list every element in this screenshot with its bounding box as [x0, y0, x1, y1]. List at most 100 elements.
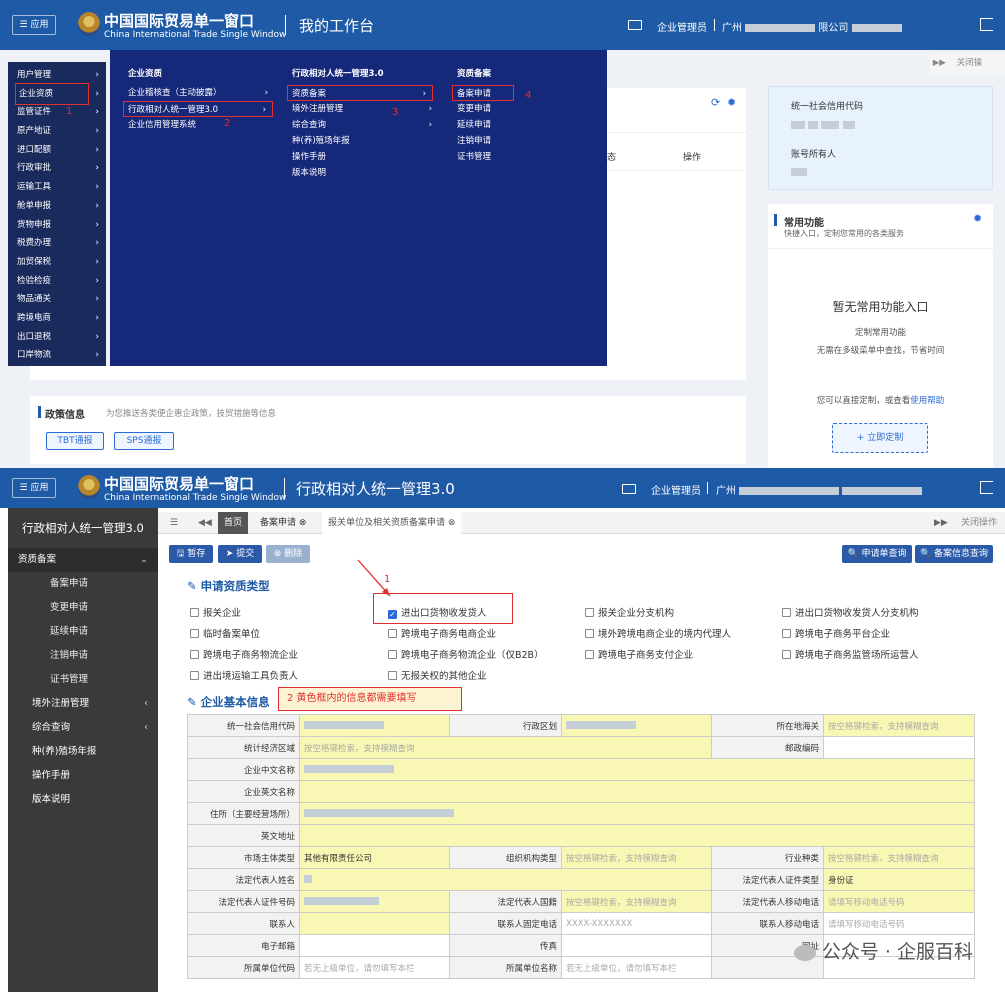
delete-button[interactable]: ⊗ 删除	[266, 545, 310, 563]
menu-item[interactable]: 证书管理	[457, 149, 557, 165]
gear-icon[interactable]: ✹	[973, 212, 982, 225]
menu-item-admin-3[interactable]: 行政相对人统一管理3.0 ›	[123, 101, 273, 117]
qualification-checkbox[interactable]: 跨境电子商务物流企业（仅B2B）	[388, 647, 544, 661]
checkbox-icon[interactable]	[585, 650, 594, 659]
qualification-checkbox[interactable]: 跨境电子商务支付企业	[585, 647, 693, 661]
qualification-checkbox[interactable]: 进出口货物收发货人分支机构	[782, 605, 919, 619]
qualification-checkbox[interactable]: 报关企业分支机构	[585, 605, 674, 619]
menu-item[interactable]: 企业信用管理系统	[128, 117, 268, 133]
menu-toggle-icon[interactable]: ☰	[164, 512, 184, 534]
qualification-checkbox[interactable]: 跨境电子商务平台企业	[782, 626, 890, 640]
sidebar-item[interactable]: 舱单申报 ›	[8, 197, 106, 216]
en-address-input[interactable]	[299, 824, 975, 847]
qualification-checkbox[interactable]: 临时备案单位	[190, 626, 260, 640]
help-link[interactable]: 使用帮助	[910, 396, 944, 406]
save-button[interactable]: 🖫 暂存	[169, 545, 213, 563]
menu-item[interactable]: 操作手册	[292, 149, 432, 165]
sidebar-item[interactable]: 行政审批 ›	[8, 159, 106, 178]
fax-input[interactable]	[561, 934, 712, 957]
sidebar-item[interactable]: 跨境电商 ›	[8, 309, 106, 328]
close-ops-button[interactable]: 关闭操作	[955, 512, 1003, 534]
menu-item[interactable]: 版本说明	[292, 165, 432, 181]
refresh-icon[interactable]: ⟳	[711, 96, 720, 109]
checkbox-icon[interactable]	[190, 608, 199, 617]
menu-item[interactable]: 变更申请	[457, 101, 557, 117]
application-query-button[interactable]: 🔍 申请单查询	[842, 545, 912, 563]
email-input[interactable]	[299, 934, 450, 957]
contact-mobile-input[interactable]: 请填写移动电话号码	[823, 912, 975, 935]
sidebar-item[interactable]: 口岸物流 ›	[8, 346, 106, 365]
sidebar-item-version[interactable]: 版本说明	[8, 788, 158, 812]
legal-rep-mobile-input[interactable]: 请填写移动电话号码	[823, 890, 975, 913]
contact-phone-input[interactable]: XXXX-XXXXXXX	[561, 912, 712, 935]
menu-item[interactable]: 境外注册管理 ›	[292, 101, 432, 117]
sidebar-item[interactable]: 监管证件 ›	[8, 103, 106, 122]
tab-filing-form[interactable]: 报关单位及相关资质备案申请 ⊗	[322, 512, 462, 534]
sidebar-item[interactable]: 进口配额 ›	[8, 141, 106, 160]
checkbox-icon[interactable]	[190, 629, 199, 638]
sidebar-item[interactable]: 用户管理 ›	[8, 66, 106, 85]
menu-item-filing-application[interactable]: 备案申请	[452, 85, 514, 101]
sidebar-item[interactable]: 原产地证 ›	[8, 122, 106, 141]
gear-icon[interactable]: ✹	[727, 96, 736, 109]
menu-item[interactable]: 注销申请	[457, 133, 557, 149]
qualification-checkbox[interactable]: 跨境电子商务监管场所运营人	[782, 647, 919, 661]
org-type-input[interactable]: 按空格键检索，支持模糊查询	[561, 846, 712, 869]
close-ops-bar[interactable]: ▶▶ 关闭操	[930, 52, 1005, 74]
sidebar-item[interactable]: 货物申报 ›	[8, 216, 106, 235]
sidebar-item-overseas[interactable]: 境外注册管理 ‹	[8, 692, 158, 716]
sidebar-item-manual[interactable]: 操作手册	[8, 764, 158, 788]
menu-item[interactable]: 企业稽核查（主动披露） ›	[128, 85, 268, 101]
id-type-input[interactable]: 身份证	[823, 868, 975, 891]
qualification-checkbox[interactable]: 无报关权的其他企业	[388, 668, 487, 682]
menu-item[interactable]: 综合查询 ›	[292, 117, 432, 133]
qualification-checkbox[interactable]: 跨境电子商务物流企业	[190, 647, 298, 661]
mail-icon[interactable]	[628, 20, 642, 30]
en-name-input[interactable]	[299, 780, 975, 803]
checkbox-icon[interactable]	[388, 671, 397, 680]
sidebar-item[interactable]: 检验检疫 ›	[8, 272, 106, 291]
sidebar-item-filing-application[interactable]: 备案申请	[8, 572, 158, 596]
sidebar-item[interactable]: 税费办理 ›	[8, 234, 106, 253]
tab-prev-icon[interactable]: ◀◀	[192, 512, 218, 534]
app-menu-button[interactable]: ☰ 应用	[12, 15, 56, 35]
menu-item[interactable]: 种(养)殖场年报	[292, 133, 432, 149]
checkbox-icon[interactable]	[782, 629, 791, 638]
legal-rep-name-input[interactable]	[299, 868, 712, 891]
menu-item-qualification-filing[interactable]: 资质备案 ›	[287, 85, 433, 101]
sidebar-item[interactable]: 加贸保税 ›	[8, 253, 106, 272]
tab-next-icon[interactable]: ▶▶	[928, 512, 954, 534]
checkbox-icon[interactable]	[782, 608, 791, 617]
sps-button[interactable]: SPS通报	[114, 432, 174, 450]
menu-item[interactable]: 延续申请	[457, 117, 557, 133]
sidebar-group-filing[interactable]: 资质备案 ⌄	[8, 548, 158, 572]
contact-input[interactable]	[299, 912, 450, 935]
company-name[interactable]: 广州	[716, 482, 923, 497]
checkbox-icon[interactable]	[190, 650, 199, 659]
logout-icon[interactable]	[980, 481, 993, 494]
nationality-input[interactable]: 按空格键检索，支持模糊查询	[561, 890, 712, 913]
mail-icon[interactable]	[622, 484, 636, 494]
economic-zone-input[interactable]: 按空格键检索，支持模糊查询	[299, 736, 712, 759]
checkbox-icon[interactable]	[388, 629, 397, 638]
sidebar-item[interactable]: 运输工具 ›	[8, 178, 106, 197]
address-input[interactable]	[299, 802, 975, 825]
parent-code-input[interactable]: 若无上级单位，请勿填写本栏	[299, 956, 450, 979]
filing-info-query-button[interactable]: 🔍 备案信息查询	[915, 545, 993, 563]
sidebar-item[interactable]: 物品通关 ›	[8, 290, 106, 309]
region-input[interactable]	[561, 714, 712, 737]
sidebar-item-renew[interactable]: 延续申请	[8, 620, 158, 644]
sidebar-item-query[interactable]: 综合查询 ‹	[8, 716, 158, 740]
customs-input[interactable]: 按空格键检索，支持模糊查询	[823, 714, 975, 737]
sidebar-item[interactable]: 出口退税 ›	[8, 328, 106, 347]
credit-code-input[interactable]	[299, 714, 450, 737]
qualification-checkbox[interactable]: 进出境运输工具负责人	[190, 668, 298, 682]
cn-name-input[interactable]	[299, 758, 975, 781]
industry-input[interactable]: 按空格键检索，支持模糊查询	[823, 846, 975, 869]
submit-button[interactable]: ➤ 提交	[218, 545, 262, 563]
sidebar-item-farm-report[interactable]: 种(养)殖场年报	[8, 740, 158, 764]
sidebar-item-cancel[interactable]: 注销申请	[8, 644, 158, 668]
sidebar-item-enterprise-qualification[interactable]: 企业资质 ›	[8, 82, 106, 106]
checkbox-icon[interactable]	[585, 608, 594, 617]
market-type-input[interactable]: 其他有限责任公司	[299, 846, 450, 869]
